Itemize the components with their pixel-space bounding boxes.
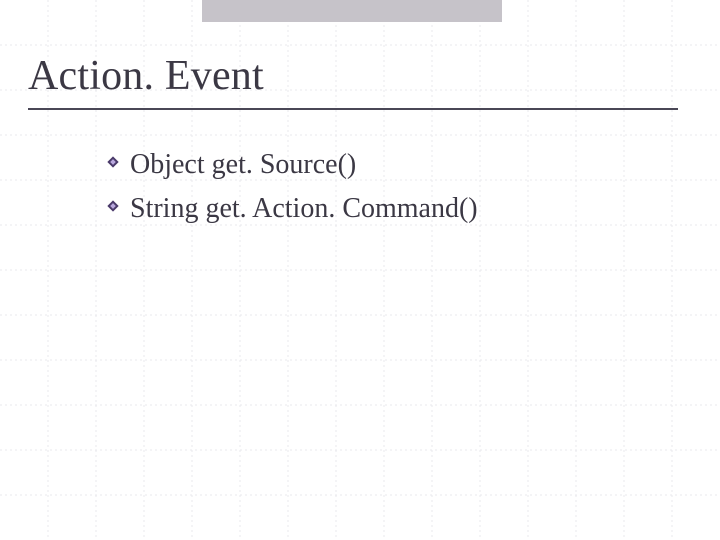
title-underline: [28, 108, 678, 110]
slide-content: Object get. Source() String get. Action.…: [106, 148, 478, 235]
list-item-text: Object get. Source(): [130, 148, 356, 182]
list-item-text: String get. Action. Command(): [130, 192, 478, 226]
list-item: Object get. Source(): [106, 148, 478, 182]
list-item: String get. Action. Command(): [106, 192, 478, 226]
slide: Action. Event Object get. Source() Strin…: [0, 0, 720, 540]
diamond-bullet-icon: [106, 199, 120, 218]
slide-title: Action. Event: [28, 52, 264, 110]
diamond-bullet-icon: [106, 155, 120, 174]
